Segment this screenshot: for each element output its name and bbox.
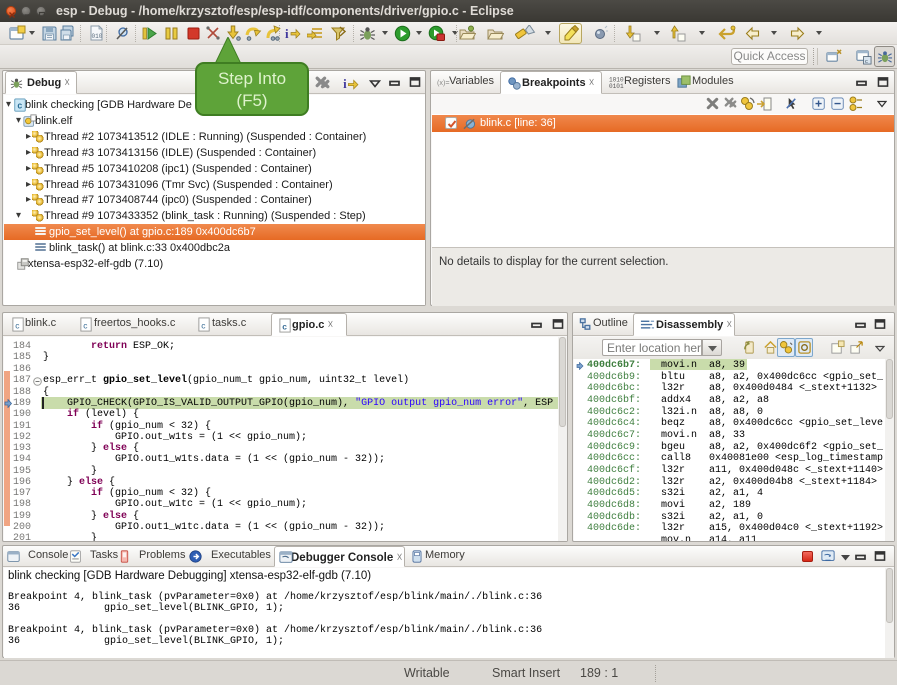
svg-text:c: c — [17, 101, 22, 111]
svg-text:c: c — [83, 320, 87, 330]
svg-text:Step Into: Step Into — [218, 69, 286, 88]
svg-text:0101: 0101 — [609, 83, 624, 90]
svg-text:c: c — [201, 320, 205, 330]
svg-text:c: c — [282, 321, 287, 331]
svg-text:(F5): (F5) — [236, 91, 267, 110]
svg-text:c: c — [15, 320, 19, 330]
svg-text:c: c — [865, 59, 868, 65]
svg-text:(x)=: (x)= — [437, 78, 450, 87]
svg-text:010: 010 — [92, 33, 103, 40]
svg-text:i: i — [343, 77, 347, 91]
